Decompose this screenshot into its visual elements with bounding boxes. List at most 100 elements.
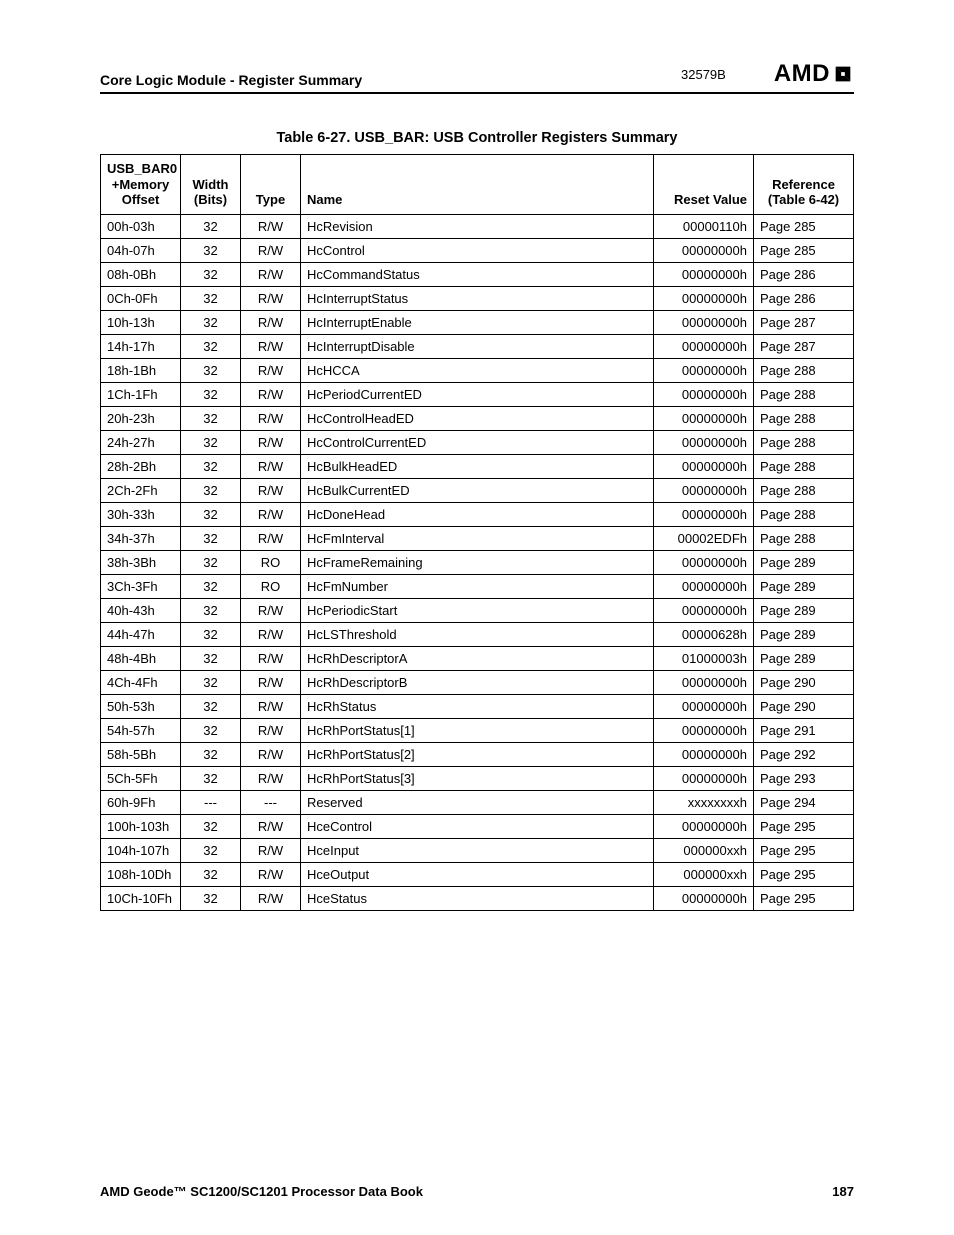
cell-name: HcDoneHead bbox=[301, 502, 654, 526]
registers-table: USB_BAR0+MemoryOffset Width(Bits) Type N… bbox=[100, 154, 854, 911]
cell-name: HcRhDescriptorB bbox=[301, 670, 654, 694]
cell-width: 32 bbox=[181, 382, 241, 406]
cell-offset: 104h-107h bbox=[101, 838, 181, 862]
table-row: 20h-23h32R/WHcControlHeadED00000000hPage… bbox=[101, 406, 854, 430]
cell-type: R/W bbox=[241, 598, 301, 622]
cell-reference: Page 295 bbox=[754, 886, 854, 910]
cell-offset: 28h-2Bh bbox=[101, 454, 181, 478]
cell-offset: 18h-1Bh bbox=[101, 358, 181, 382]
cell-reset: 000000xxh bbox=[654, 838, 754, 862]
cell-width: 32 bbox=[181, 886, 241, 910]
cell-type: R/W bbox=[241, 334, 301, 358]
cell-width: 32 bbox=[181, 238, 241, 262]
cell-reset: 00000000h bbox=[654, 598, 754, 622]
cell-reset: 00000110h bbox=[654, 214, 754, 238]
cell-width: 32 bbox=[181, 742, 241, 766]
cell-offset: 08h-0Bh bbox=[101, 262, 181, 286]
cell-type: R/W bbox=[241, 286, 301, 310]
table-row: 14h-17h32R/WHcInterruptDisable00000000hP… bbox=[101, 334, 854, 358]
cell-offset: 58h-5Bh bbox=[101, 742, 181, 766]
cell-reset: 00000000h bbox=[654, 694, 754, 718]
cell-name: HcFrameRemaining bbox=[301, 550, 654, 574]
cell-name: HceOutput bbox=[301, 862, 654, 886]
cell-reference: Page 288 bbox=[754, 454, 854, 478]
cell-name: HcBulkHeadED bbox=[301, 454, 654, 478]
section-title: Core Logic Module - Register Summary bbox=[100, 72, 362, 88]
cell-reset: 00002EDFh bbox=[654, 526, 754, 550]
cell-offset: 04h-07h bbox=[101, 238, 181, 262]
cell-width: 32 bbox=[181, 574, 241, 598]
cell-type: R/W bbox=[241, 502, 301, 526]
cell-reset: 00000000h bbox=[654, 502, 754, 526]
table-row: 54h-57h32R/WHcRhPortStatus[1]00000000hPa… bbox=[101, 718, 854, 742]
page: Core Logic Module - Register Summary 325… bbox=[0, 0, 954, 1235]
table-row: 100h-103h32R/WHceControl00000000hPage 29… bbox=[101, 814, 854, 838]
cell-type: --- bbox=[241, 790, 301, 814]
cell-offset: 1Ch-1Fh bbox=[101, 382, 181, 406]
cell-type: RO bbox=[241, 574, 301, 598]
cell-reset: 00000000h bbox=[654, 406, 754, 430]
cell-offset: 24h-27h bbox=[101, 430, 181, 454]
table-caption: Table 6-27. USB_BAR: USB Controller Regi… bbox=[100, 130, 854, 146]
cell-type: R/W bbox=[241, 622, 301, 646]
cell-name: HcControlHeadED bbox=[301, 406, 654, 430]
cell-reset: 000000xxh bbox=[654, 862, 754, 886]
cell-reset: xxxxxxxxh bbox=[654, 790, 754, 814]
cell-reference: Page 288 bbox=[754, 430, 854, 454]
amd-logo: AMD bbox=[774, 60, 854, 88]
cell-reference: Page 289 bbox=[754, 622, 854, 646]
cell-name: HceControl bbox=[301, 814, 654, 838]
cell-name: HcControl bbox=[301, 238, 654, 262]
cell-name: HcRhPortStatus[1] bbox=[301, 718, 654, 742]
cell-reference: Page 291 bbox=[754, 718, 854, 742]
cell-reference: Page 289 bbox=[754, 574, 854, 598]
cell-name: HcFmInterval bbox=[301, 526, 654, 550]
table-row: 50h-53h32R/WHcRhStatus00000000hPage 290 bbox=[101, 694, 854, 718]
cell-reset: 00000000h bbox=[654, 766, 754, 790]
cell-reset: 00000000h bbox=[654, 670, 754, 694]
col-header-type: Type bbox=[241, 155, 301, 215]
cell-reset: 01000003h bbox=[654, 646, 754, 670]
cell-width: 32 bbox=[181, 646, 241, 670]
table-row: 0Ch-0Fh32R/WHcInterruptStatus00000000hPa… bbox=[101, 286, 854, 310]
cell-reference: Page 292 bbox=[754, 742, 854, 766]
cell-type: R/W bbox=[241, 766, 301, 790]
cell-reference: Page 286 bbox=[754, 286, 854, 310]
cell-offset: 3Ch-3Fh bbox=[101, 574, 181, 598]
cell-reset: 00000000h bbox=[654, 454, 754, 478]
cell-reference: Page 288 bbox=[754, 382, 854, 406]
cell-reset: 00000000h bbox=[654, 358, 754, 382]
cell-width: 32 bbox=[181, 478, 241, 502]
cell-offset: 100h-103h bbox=[101, 814, 181, 838]
cell-name: HcRevision bbox=[301, 214, 654, 238]
cell-name: HcInterruptEnable bbox=[301, 310, 654, 334]
table-row: 10h-13h32R/WHcInterruptEnable00000000hPa… bbox=[101, 310, 854, 334]
cell-type: R/W bbox=[241, 382, 301, 406]
cell-reset: 00000000h bbox=[654, 310, 754, 334]
cell-type: R/W bbox=[241, 430, 301, 454]
cell-reset: 00000000h bbox=[654, 478, 754, 502]
cell-width: 32 bbox=[181, 526, 241, 550]
cell-reference: Page 293 bbox=[754, 766, 854, 790]
cell-offset: 48h-4Bh bbox=[101, 646, 181, 670]
cell-reference: Page 295 bbox=[754, 838, 854, 862]
cell-type: R/W bbox=[241, 742, 301, 766]
cell-reference: Page 288 bbox=[754, 358, 854, 382]
table-row: 24h-27h32R/WHcControlCurrentED00000000hP… bbox=[101, 430, 854, 454]
cell-name: Reserved bbox=[301, 790, 654, 814]
cell-reference: Page 295 bbox=[754, 814, 854, 838]
cell-width: 32 bbox=[181, 310, 241, 334]
cell-offset: 00h-03h bbox=[101, 214, 181, 238]
cell-offset: 44h-47h bbox=[101, 622, 181, 646]
cell-width: 32 bbox=[181, 406, 241, 430]
cell-width: --- bbox=[181, 790, 241, 814]
cell-width: 32 bbox=[181, 598, 241, 622]
cell-reset: 00000000h bbox=[654, 430, 754, 454]
cell-type: R/W bbox=[241, 454, 301, 478]
cell-offset: 30h-33h bbox=[101, 502, 181, 526]
cell-reset: 00000000h bbox=[654, 262, 754, 286]
table-row: 38h-3Bh32ROHcFrameRemaining00000000hPage… bbox=[101, 550, 854, 574]
table-row: 3Ch-3Fh32ROHcFmNumber00000000hPage 289 bbox=[101, 574, 854, 598]
cell-width: 32 bbox=[181, 622, 241, 646]
cell-offset: 4Ch-4Fh bbox=[101, 670, 181, 694]
